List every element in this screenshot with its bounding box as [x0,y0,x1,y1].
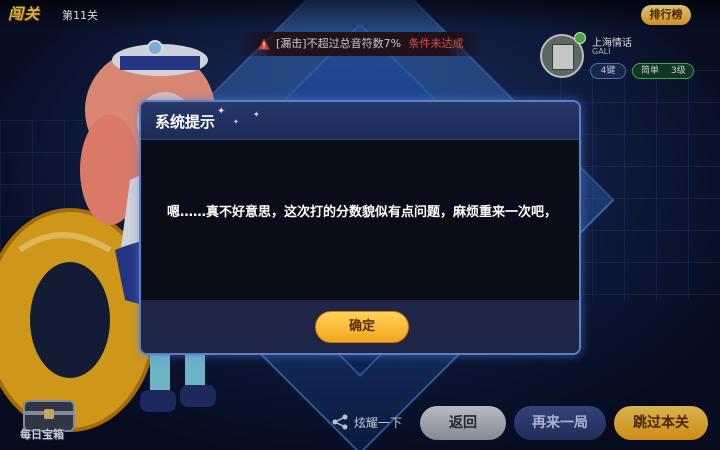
dialog-message: 嗯……真不好意思，这次打的分数貌似有点问题，麻烦重来一次吧， [166,205,557,220]
dialog-body: 嗯……真不好意思，这次打的分数貌似有点问题，麻烦重来一次吧， [141,140,579,300]
dialog-title: 系统提示 [155,113,216,131]
sparkle-icon: ✦ [217,106,226,117]
dialog-header: 系统提示 ✦ ✦ ✦ [141,102,579,140]
sparkle-icon: ✦ [253,110,260,119]
system-dialog: 系统提示 ✦ ✦ ✦ 嗯……真不好意思，这次打的分数貌似有点问题，麻烦重来一次吧… [139,100,581,355]
dialog-footer: 确定 [141,300,579,353]
confirm-button[interactable]: 确定 [315,311,409,343]
sparkle-icon: ✦ [233,118,239,126]
